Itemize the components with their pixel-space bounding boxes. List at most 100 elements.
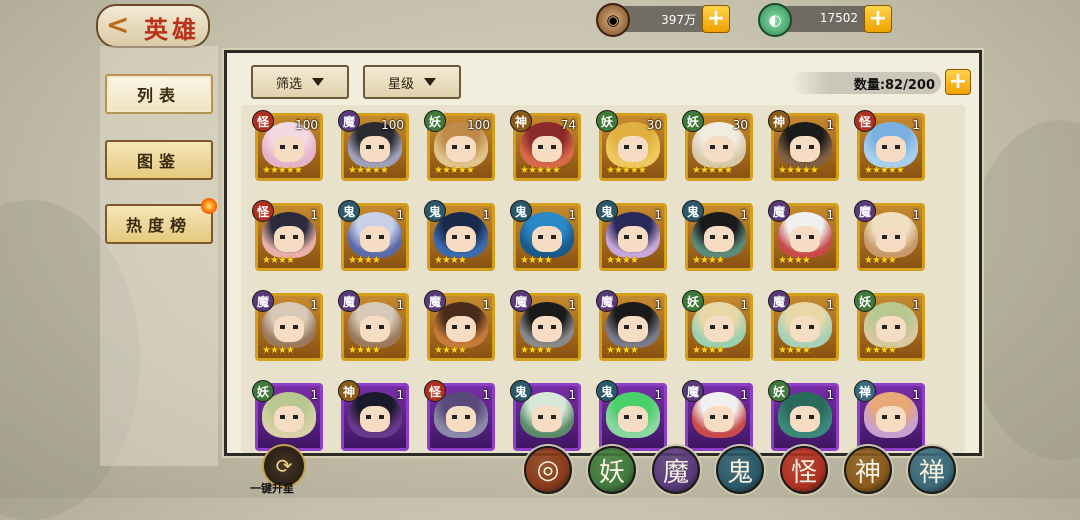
hero-list-panel: 筛选 星级 数量:82/200 + 怪 100 ★★★★★ 魔 100 ★★★★★ 妖 100… <box>224 50 982 456</box>
hero-card[interactable]: 魔 1 ★★★★ <box>338 290 409 361</box>
hero-face <box>532 136 562 162</box>
hero-eyes <box>538 145 556 149</box>
hero-face <box>790 226 820 252</box>
sidebar-item-popularity[interactable]: 热度榜 <box>105 198 217 244</box>
star-rating: ★★★★ <box>692 255 725 266</box>
faction-button-gui[interactable]: 鬼 <box>716 446 764 494</box>
hero-eyes <box>280 235 298 239</box>
hero-level: 1 <box>740 208 748 222</box>
hero-card[interactable]: 鬼1 <box>510 380 581 451</box>
hero-card[interactable]: 鬼 1 ★★★★ <box>682 200 753 271</box>
star-rating: ★★★★ <box>520 345 553 356</box>
hero-card[interactable]: 魔 1 ★★★★ <box>424 290 495 361</box>
faction-button-mo[interactable]: 魔 <box>652 446 700 494</box>
star-rating: ★★★★ <box>262 345 295 356</box>
hero-card[interactable]: 妖 30 ★★★★★ <box>596 110 667 181</box>
coin-counter: ◉ 397万 + <box>596 3 730 37</box>
tribe-badge: 魔 <box>338 110 360 132</box>
hero-card[interactable]: 神 1 ★★★★★ <box>768 110 839 181</box>
hero-card[interactable]: 妖1 <box>252 380 323 451</box>
tribe-badge: 怪 <box>252 200 274 222</box>
hero-face <box>360 136 390 162</box>
hero-eyes <box>882 325 900 329</box>
hero-eyes <box>538 415 556 419</box>
hero-level: 100 <box>381 118 404 132</box>
hero-card[interactable]: 魔 1 ★★★★ <box>768 290 839 361</box>
sidebar-item-codex[interactable]: 图鉴 <box>105 140 213 180</box>
hero-card[interactable]: 鬼 1 ★★★★ <box>596 200 667 271</box>
hero-face <box>876 136 906 162</box>
faction-button-yao[interactable]: 妖 <box>588 446 636 494</box>
star-rating: ★★★★ <box>606 345 639 356</box>
faction-button-shen[interactable]: 神 <box>844 446 892 494</box>
sidebar-item-list[interactable]: 列表 <box>105 74 213 114</box>
expand-capacity-button[interactable]: + <box>945 69 971 95</box>
star-rating: ★★★★ <box>434 255 467 266</box>
sidebar-item-label: 图鉴 <box>136 152 181 171</box>
hero-level: 1 <box>310 208 318 222</box>
hero-card[interactable]: 妖 30 ★★★★★ <box>682 110 753 181</box>
page-title: 英雄 <box>144 15 200 44</box>
tribe-badge: 怪 <box>252 110 274 132</box>
hero-card[interactable]: 魔 1 ★★★★ <box>252 290 323 361</box>
hero-face <box>704 316 734 342</box>
filter-dropdown[interactable]: 筛选 <box>251 65 349 99</box>
tribe-badge: 妖 <box>596 110 618 132</box>
add-jade-button[interactable]: + <box>864 5 892 33</box>
hero-level: 100 <box>295 118 318 132</box>
hero-level: 1 <box>826 388 834 402</box>
hero-card[interactable]: 怪 100 ★★★★★ <box>252 110 323 181</box>
hero-card[interactable]: 神1 <box>338 380 409 451</box>
star-rating: ★★★★★ <box>864 165 905 176</box>
hero-card[interactable]: 鬼 1 ★★★★ <box>510 200 581 271</box>
hero-card[interactable]: 怪1 <box>424 380 495 451</box>
hero-card[interactable]: 魔 1 ★★★★ <box>854 200 925 271</box>
tribe-badge: 妖 <box>854 290 876 312</box>
hero-level: 1 <box>912 388 920 402</box>
tribe-badge: 鬼 <box>596 200 618 222</box>
hero-level: 1 <box>396 388 404 402</box>
star-rating: ★★★★ <box>348 345 381 356</box>
hero-card[interactable]: 妖 100 ★★★★★ <box>424 110 495 181</box>
faction-button-chan[interactable]: 禅 <box>908 446 956 494</box>
hero-eyes <box>624 145 642 149</box>
add-coin-button[interactable]: + <box>702 5 730 33</box>
hero-card[interactable]: 魔 1 ★★★★ <box>768 200 839 271</box>
faction-button-all[interactable]: ◎ <box>524 446 572 494</box>
hero-card[interactable]: 怪 1 ★★★★ <box>252 200 323 271</box>
hero-eyes <box>624 415 642 419</box>
star-rating: ★★★★ <box>606 255 639 266</box>
star-rating: ★★★★★ <box>692 165 733 176</box>
hero-level: 30 <box>732 118 748 132</box>
hero-face <box>274 136 304 162</box>
hero-card[interactable]: 鬼 1 ★★★★ <box>338 200 409 271</box>
one-key-star-up-label: 一键升星 <box>250 482 294 495</box>
hero-card[interactable]: 魔 1 ★★★★ <box>596 290 667 361</box>
hero-face <box>876 226 906 252</box>
back-button[interactable]: < 英雄 <box>96 4 210 48</box>
hero-eyes <box>796 145 814 149</box>
hero-face <box>876 316 906 342</box>
hero-card[interactable]: 魔 100 ★★★★★ <box>338 110 409 181</box>
hero-card[interactable]: 鬼1 <box>596 380 667 451</box>
hero-card[interactable]: 禅1 <box>854 380 925 451</box>
tribe-badge: 怪 <box>424 380 446 402</box>
hero-level: 1 <box>740 298 748 312</box>
hero-card[interactable]: 魔1 <box>682 380 753 451</box>
hero-face <box>704 136 734 162</box>
hero-face <box>876 406 906 432</box>
hero-card[interactable]: 神 74 ★★★★★ <box>510 110 581 181</box>
star-dropdown[interactable]: 星级 <box>363 65 461 99</box>
hero-level: 1 <box>568 208 576 222</box>
hero-face <box>618 406 648 432</box>
hero-level: 1 <box>310 388 318 402</box>
hero-card[interactable]: 怪 1 ★★★★★ <box>854 110 925 181</box>
hero-card[interactable]: 妖1 <box>768 380 839 451</box>
chevron-left-icon: < <box>106 8 130 41</box>
hero-card[interactable]: 鬼 1 ★★★★ <box>424 200 495 271</box>
coin-value: 397万 <box>661 13 696 27</box>
hero-card[interactable]: 妖 1 ★★★★ <box>682 290 753 361</box>
hero-card[interactable]: 魔 1 ★★★★ <box>510 290 581 361</box>
hero-card[interactable]: 妖 1 ★★★★ <box>854 290 925 361</box>
faction-button-guai[interactable]: 怪 <box>780 446 828 494</box>
